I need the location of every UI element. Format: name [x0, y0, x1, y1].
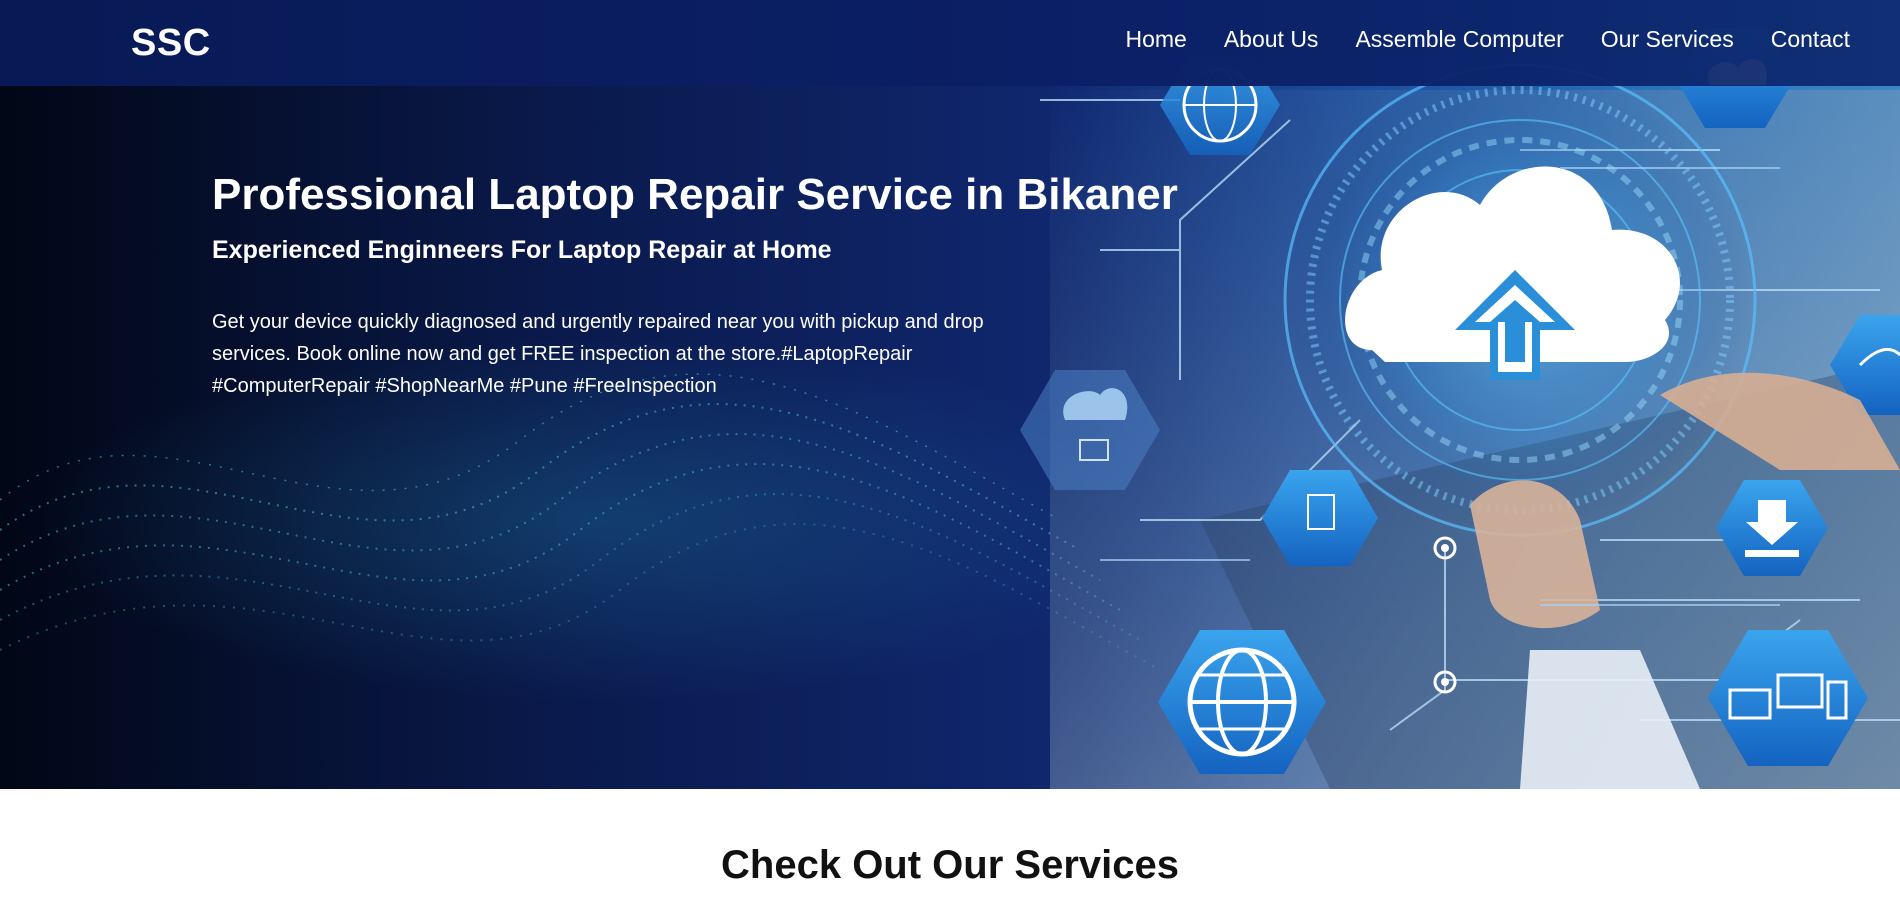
hero-subtitle: Experienced Enginneers For Laptop Repair… [212, 236, 832, 264]
nav-home[interactable]: Home [1125, 26, 1186, 53]
nav-our-services[interactable]: Our Services [1601, 26, 1734, 53]
main-nav: Home About Us Assemble Computer Our Serv… [1125, 26, 1850, 53]
nav-contact[interactable]: Contact [1771, 26, 1850, 53]
services-section-title: Check Out Our Services [721, 843, 1179, 887]
site-header: SSC Home About Us Assemble Computer Our … [0, 0, 1900, 86]
nav-about-us[interactable]: About Us [1224, 26, 1319, 53]
brand-logo[interactable]: SSC [131, 22, 211, 65]
page: Professional Laptop Repair Service in Bi… [0, 0, 1900, 918]
hero-banner: Professional Laptop Repair Service in Bi… [0, 0, 1900, 789]
hero-text-block: Professional Laptop Repair Service in Bi… [212, 168, 1178, 402]
hero-description: Get your device quickly diagnosed and ur… [212, 311, 984, 397]
nav-assemble-computer[interactable]: Assemble Computer [1355, 26, 1563, 53]
hero-title: Professional Laptop Repair Service in Bi… [212, 170, 1178, 219]
wave-dots [0, 373, 1161, 671]
